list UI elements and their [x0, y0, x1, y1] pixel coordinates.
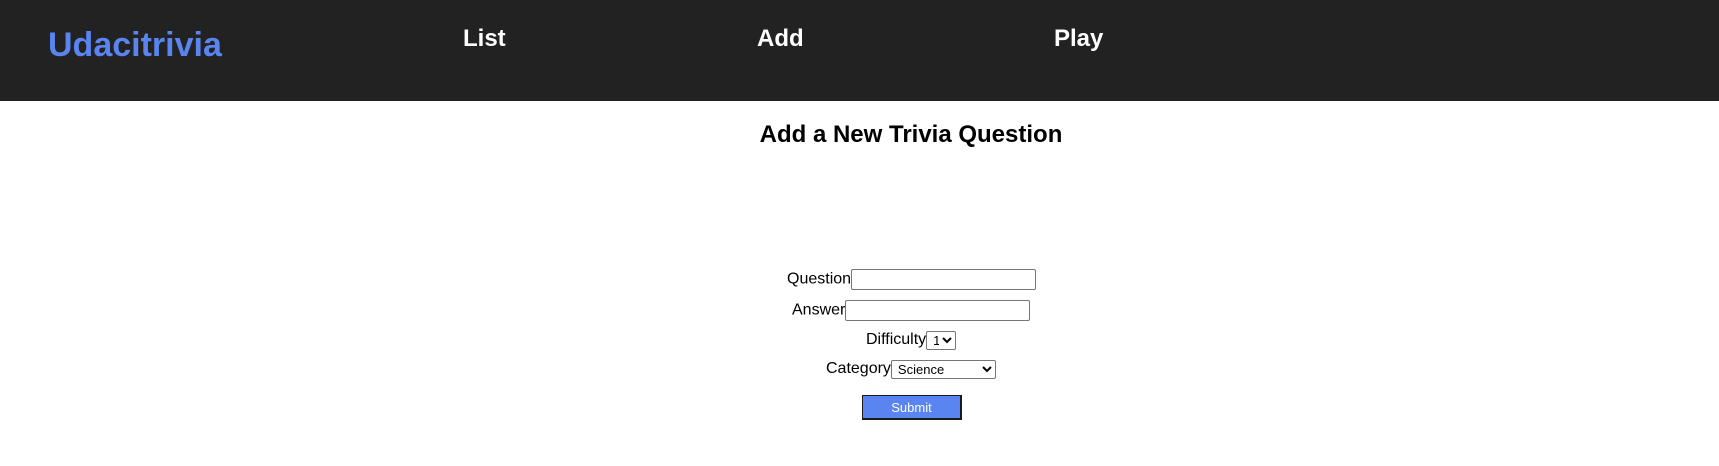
answer-input[interactable] [845, 300, 1031, 321]
nav-link-play[interactable]: Play [1054, 24, 1103, 54]
question-input[interactable] [851, 269, 1037, 290]
brand-logo[interactable]: Udacitrivia [48, 24, 222, 66]
category-label: Category [826, 360, 891, 377]
question-label: Question [787, 270, 852, 288]
question-row: Question [787, 269, 1037, 290]
nav-link-add[interactable]: Add [757, 24, 804, 54]
submit-button[interactable]: Submit [862, 395, 962, 420]
answer-label: Answer [792, 301, 846, 319]
difficulty-label: Difficulty [866, 331, 927, 348]
nav-link-list[interactable]: List [463, 24, 506, 54]
difficulty-select[interactable]: 1 [926, 330, 957, 350]
form-title: Add a New Trivia Question [759, 121, 1063, 148]
navbar: Udacitrivia List Add Play [0, 0, 1719, 101]
difficulty-row: Difficulty 1 [866, 330, 957, 350]
answer-row: Answer [792, 300, 1031, 321]
add-question-form: Add a New Trivia Question Question Answe… [0, 101, 1719, 420]
category-select[interactable]: Science [890, 359, 996, 379]
category-row: Category Science [826, 359, 996, 379]
